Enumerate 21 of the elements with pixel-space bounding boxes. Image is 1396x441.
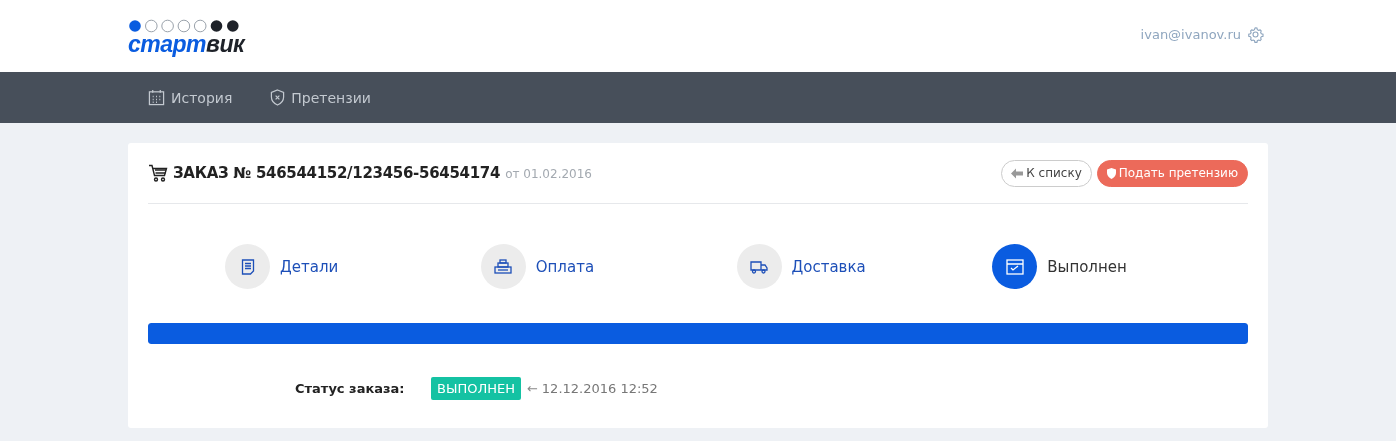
calendar-icon: [148, 89, 165, 106]
shield-icon: [270, 89, 286, 106]
arrow-glyph: ←: [526, 381, 538, 396]
status-time: 12.12.2016 12:52: [541, 381, 658, 396]
step-label[interactable]: Оплата: [535, 257, 595, 276]
arrow-left-icon: [1011, 167, 1024, 179]
order-title: ЗАКАЗ № 546544152/123456-56454174: [173, 164, 501, 182]
status-label: Статус заказа:: [295, 381, 406, 396]
logo-wordmark[interactable]: стартвик: [128, 33, 245, 55]
nav-link[interactable]: Претензии: [270, 89, 371, 106]
nav-link[interactable]: История: [148, 89, 233, 106]
step-label[interactable]: Детали: [280, 257, 339, 276]
logo-dots-icon: [128, 19, 240, 33]
back-button[interactable]: К списку: [1001, 159, 1092, 187]
status-badge: ВЫПОЛНЕН: [431, 377, 521, 400]
step-label[interactable]: Выполнен: [1047, 257, 1127, 276]
cart-icon: [148, 164, 168, 182]
step-label[interactable]: Доставка: [791, 257, 866, 276]
settings-icon[interactable]: [1247, 25, 1264, 43]
order-date: от 01.02.2016: [505, 167, 592, 181]
shield-icon: [1106, 167, 1116, 179]
